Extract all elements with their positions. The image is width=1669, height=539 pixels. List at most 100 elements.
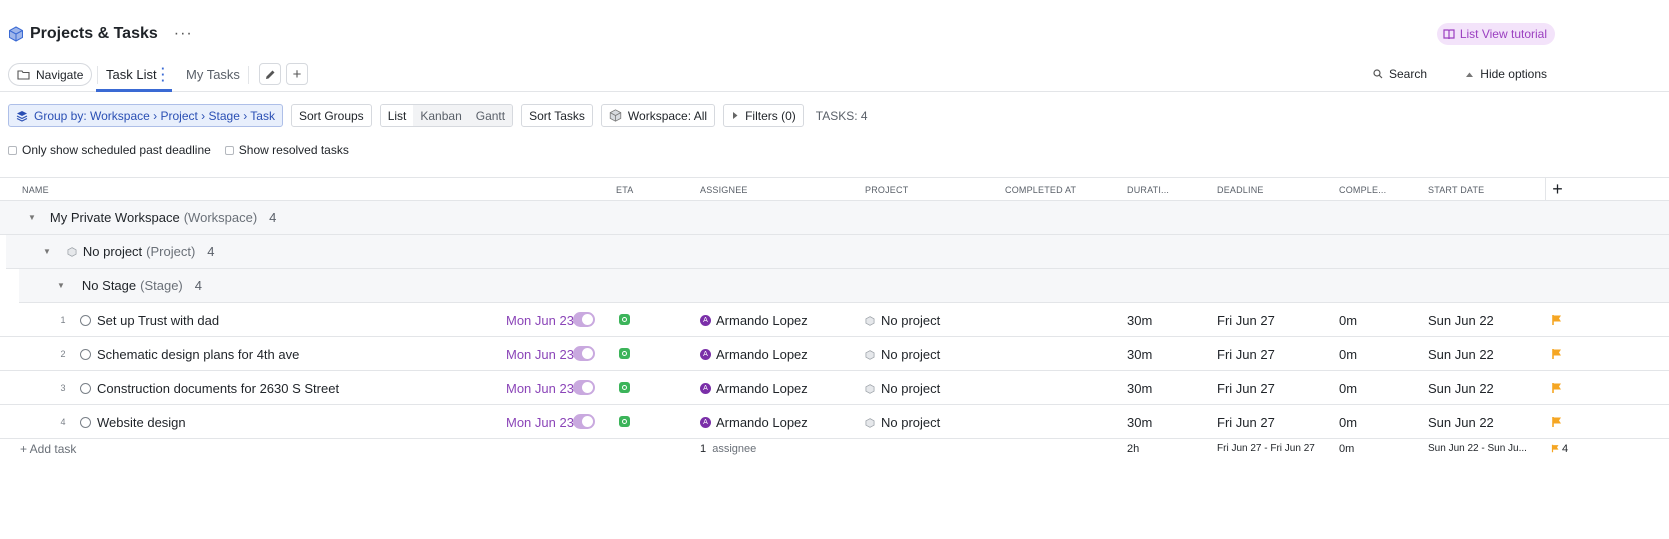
add-view-button[interactable]: + bbox=[286, 63, 308, 85]
task-duration[interactable]: 30m bbox=[1127, 347, 1152, 362]
edit-view-button[interactable] bbox=[259, 63, 281, 85]
caret-down-icon[interactable]: ▼ bbox=[28, 213, 36, 222]
task-name[interactable]: Construction documents for 2630 S Street bbox=[97, 381, 339, 396]
pencil-icon bbox=[265, 70, 274, 79]
tab-my-tasks[interactable]: My Tasks bbox=[186, 67, 240, 82]
filters-button[interactable]: Filters (0) bbox=[723, 104, 804, 127]
filters-label: Filters (0) bbox=[745, 108, 796, 123]
list-view-tutorial-button[interactable]: List View tutorial bbox=[1436, 23, 1555, 45]
column-completed[interactable]: COMPLE... bbox=[1339, 185, 1386, 195]
status-circle-icon[interactable] bbox=[80, 315, 91, 326]
avatar: A bbox=[700, 349, 711, 360]
column-completed-at[interactable]: COMPLETED AT bbox=[1005, 185, 1076, 195]
cube-icon bbox=[865, 350, 875, 360]
cube-icon bbox=[865, 418, 875, 428]
flag-count: 4 bbox=[1562, 443, 1569, 455]
flag-icon[interactable] bbox=[1551, 382, 1563, 394]
start-date-range: Sun Jun 22 - Sun Ju... bbox=[1428, 443, 1527, 454]
task-deadline[interactable]: Fri Jun 27 bbox=[1217, 381, 1275, 396]
task-assignee[interactable]: Armando Lopez bbox=[716, 347, 808, 362]
group-row-project[interactable]: ▼ No project (Project) 4 bbox=[6, 235, 1669, 269]
task-completed: 0m bbox=[1339, 313, 1358, 328]
task-row[interactable]: 3 Construction documents for 2630 S Stree… bbox=[0, 371, 1669, 405]
task-assignee[interactable]: Armando Lopez bbox=[716, 313, 808, 328]
sort-groups-button[interactable]: Sort Groups bbox=[290, 104, 372, 127]
task-deadline[interactable]: Fri Jun 27 bbox=[1217, 347, 1275, 362]
task-name[interactable]: Website design bbox=[97, 415, 186, 430]
task-row[interactable]: 2 Schematic design plans for 4th ave Mon J… bbox=[0, 337, 1669, 371]
status-circle-icon[interactable] bbox=[80, 417, 91, 428]
column-assignee[interactable]: ASSIGNEE bbox=[700, 185, 748, 195]
flag-icon[interactable] bbox=[1551, 314, 1563, 326]
search-label: Search bbox=[1388, 67, 1427, 81]
page-header: Projects & Tasks ··· bbox=[8, 22, 193, 46]
caret-down-icon[interactable]: ▼ bbox=[57, 281, 65, 290]
task-name[interactable]: Set up Trust with dad bbox=[97, 313, 219, 328]
task-duration[interactable]: 30m bbox=[1127, 381, 1152, 396]
cube-icon bbox=[865, 316, 875, 326]
hide-options-label: Hide options bbox=[1480, 67, 1547, 81]
task-duration[interactable]: 30m bbox=[1127, 415, 1152, 430]
column-project[interactable]: PROJECT bbox=[865, 185, 908, 195]
task-row[interactable]: 1 Set up Trust with dad Mon Jun 23 A Armando… bbox=[0, 303, 1669, 337]
tab-menu-icon[interactable]: · · · bbox=[161, 62, 165, 87]
task-assignee[interactable]: Armando Lopez bbox=[716, 415, 808, 430]
checkbox-icon bbox=[224, 145, 234, 155]
task-start-date[interactable]: Sun Jun 22 bbox=[1428, 381, 1494, 396]
status-circle-icon[interactable] bbox=[80, 349, 91, 360]
task-duration[interactable]: 30m bbox=[1127, 313, 1152, 328]
task-start-date[interactable]: Sun Jun 22 bbox=[1428, 347, 1494, 362]
flag-icon bbox=[1551, 444, 1559, 453]
column-deadline[interactable]: DEADLINE bbox=[1217, 185, 1264, 195]
task-project[interactable]: No project bbox=[881, 381, 940, 396]
task-name[interactable]: Schematic design plans for 4th ave bbox=[97, 347, 299, 362]
add-column-button[interactable]: + bbox=[1545, 178, 1569, 201]
caret-down-icon[interactable]: ▼ bbox=[43, 247, 51, 256]
assignee-summary-label: assignee bbox=[712, 443, 757, 455]
task-count: TASKS: 4 bbox=[815, 108, 868, 123]
past-deadline-label: Only show scheduled past deadline bbox=[22, 143, 211, 157]
view-list-option[interactable]: List bbox=[380, 105, 414, 126]
group-by-button[interactable]: Group by: Workspace › Project › Stage › … bbox=[8, 104, 283, 127]
book-icon bbox=[1443, 28, 1455, 39]
column-start-date[interactable]: START DATE bbox=[1428, 185, 1484, 195]
task-project[interactable]: No project bbox=[881, 313, 940, 328]
task-project[interactable]: No project bbox=[881, 347, 940, 362]
divider bbox=[248, 66, 249, 84]
column-name[interactable]: NAME bbox=[22, 185, 49, 195]
tutorial-label: List View tutorial bbox=[1459, 27, 1547, 41]
add-task-button[interactable]: + Add task bbox=[20, 442, 76, 456]
workspace-filter-button[interactable]: Workspace: All bbox=[600, 104, 716, 127]
task-deadline[interactable]: Fri Jun 27 bbox=[1217, 313, 1275, 328]
auto-schedule-toggle[interactable] bbox=[573, 380, 595, 395]
column-duration[interactable]: DURATI... bbox=[1127, 185, 1169, 195]
view-kanban-option[interactable]: Kanban bbox=[413, 105, 469, 126]
flag-icon[interactable] bbox=[1551, 416, 1563, 428]
auto-schedule-toggle[interactable] bbox=[573, 346, 595, 361]
cube-icon bbox=[67, 246, 77, 257]
group-row-workspace[interactable]: ▼ My Private Workspace (Workspace) 4 bbox=[0, 201, 1669, 235]
group-row-stage[interactable]: ▼ No Stage (Stage) 4 bbox=[19, 269, 1669, 303]
column-eta[interactable]: ETA bbox=[616, 185, 633, 195]
hide-options-button[interactable]: Hide options bbox=[1465, 67, 1547, 81]
search-button[interactable]: Search bbox=[1373, 67, 1427, 81]
flag-icon[interactable] bbox=[1551, 348, 1563, 360]
view-gantt-option[interactable]: Gantt bbox=[468, 105, 513, 126]
task-assignee[interactable]: Armando Lopez bbox=[716, 381, 808, 396]
task-start-date[interactable]: Sun Jun 22 bbox=[1428, 415, 1494, 430]
status-circle-icon[interactable] bbox=[80, 383, 91, 394]
task-start-date[interactable]: Sun Jun 22 bbox=[1428, 313, 1494, 328]
task-project[interactable]: No project bbox=[881, 415, 940, 430]
past-deadline-checkbox[interactable]: Only show scheduled past deadline bbox=[8, 143, 211, 157]
more-options-icon[interactable]: ··· bbox=[174, 25, 193, 43]
sort-tasks-button[interactable]: Sort Tasks bbox=[521, 104, 593, 127]
task-row[interactable]: 4 Website design Mon Jun 23 A Armando Lopez N… bbox=[0, 405, 1669, 439]
tab-task-list[interactable]: Task List bbox=[106, 67, 157, 82]
duration-total: 2h bbox=[1127, 443, 1140, 455]
avatar: A bbox=[700, 417, 711, 428]
task-deadline[interactable]: Fri Jun 27 bbox=[1217, 415, 1275, 430]
navigate-button[interactable]: Navigate bbox=[8, 63, 93, 86]
show-resolved-checkbox[interactable]: Show resolved tasks bbox=[224, 143, 349, 157]
auto-schedule-toggle[interactable] bbox=[573, 312, 595, 327]
auto-schedule-toggle[interactable] bbox=[573, 414, 595, 429]
